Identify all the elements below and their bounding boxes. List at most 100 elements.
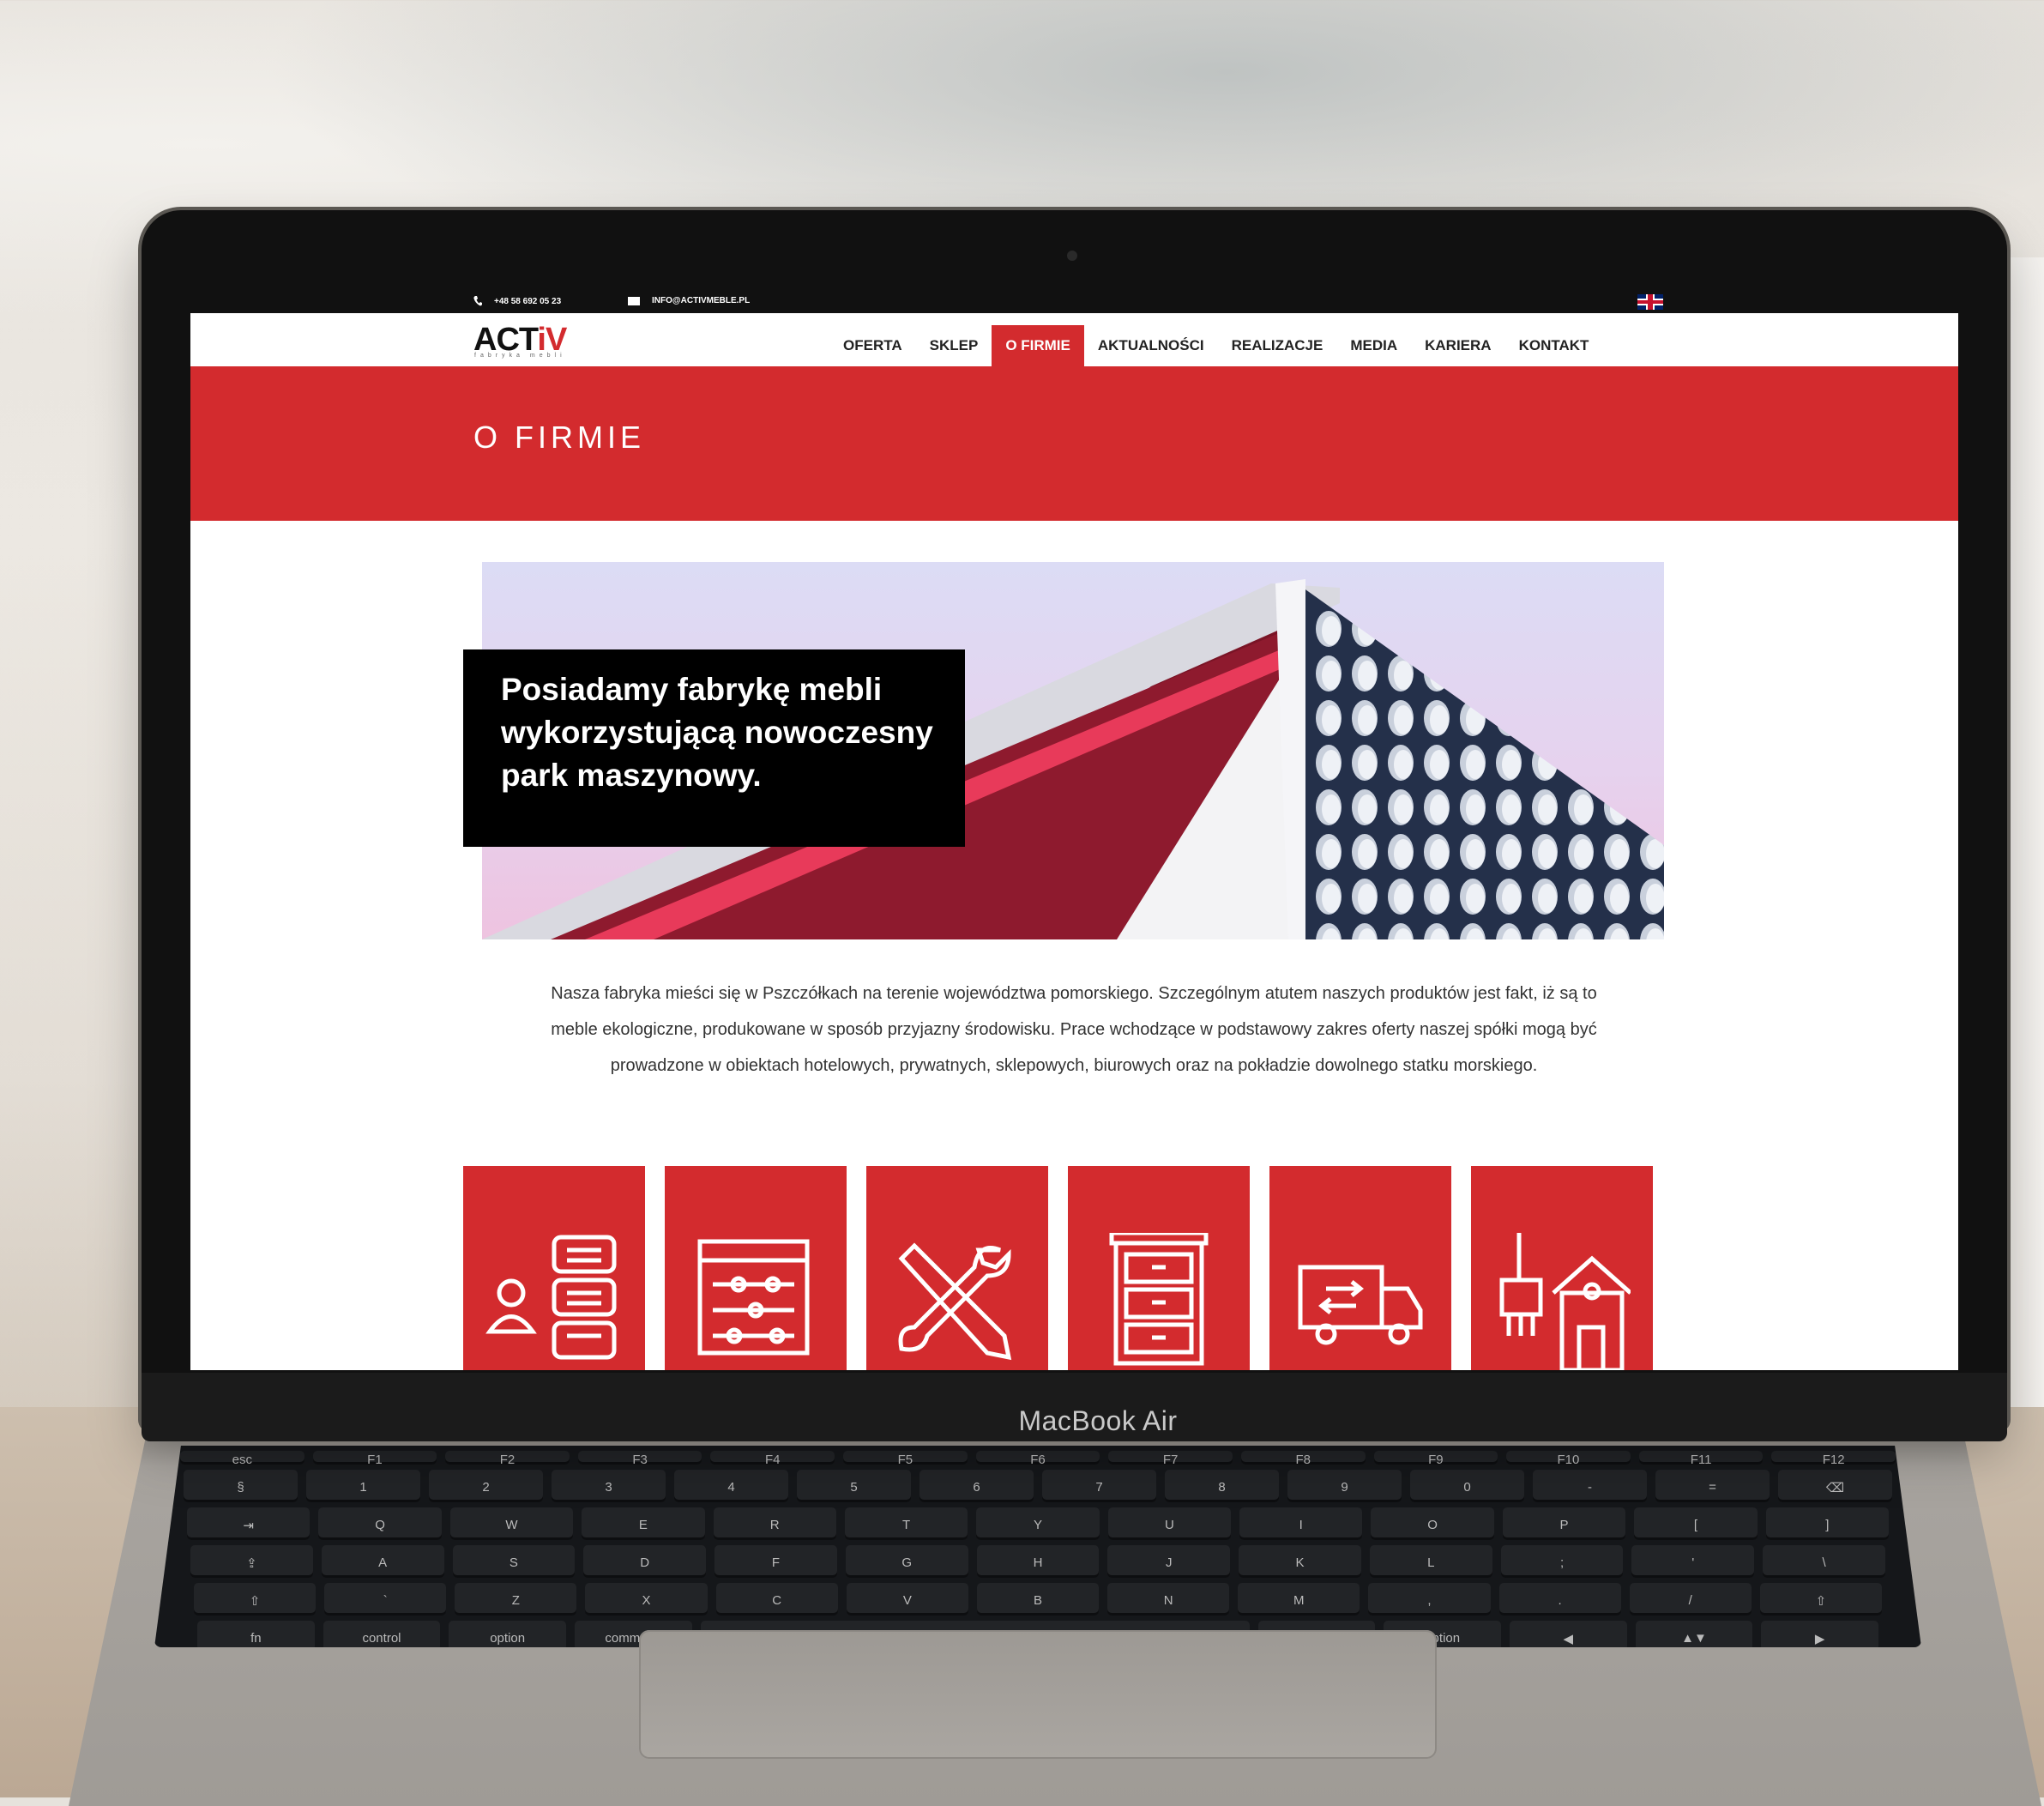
key[interactable]: F11 bbox=[1638, 1451, 1764, 1467]
key[interactable]: 8 bbox=[1165, 1470, 1279, 1502]
key[interactable]: V bbox=[846, 1583, 968, 1616]
key[interactable]: ; bbox=[1500, 1545, 1624, 1578]
feature-tile-design[interactable] bbox=[665, 1166, 847, 1370]
key[interactable]: ⇧ bbox=[1759, 1583, 1882, 1616]
key[interactable]: I bbox=[1239, 1507, 1363, 1540]
key[interactable]: T bbox=[844, 1507, 968, 1540]
page-title: O FIRMIE bbox=[473, 420, 645, 455]
feature-tile-delivery[interactable] bbox=[1269, 1166, 1451, 1370]
key[interactable]: 6 bbox=[919, 1470, 1034, 1502]
key[interactable]: F3 bbox=[577, 1451, 702, 1467]
key[interactable]: R bbox=[713, 1507, 836, 1540]
key[interactable]: [ bbox=[1634, 1507, 1758, 1540]
key[interactable]: F2 bbox=[445, 1451, 570, 1467]
nav-link-kontakt[interactable]: KONTAKT bbox=[1505, 325, 1603, 366]
feature-tile-furniture[interactable] bbox=[1068, 1166, 1250, 1370]
key[interactable]: . bbox=[1498, 1583, 1621, 1616]
key[interactable]: M bbox=[1238, 1583, 1360, 1616]
key[interactable]: Y bbox=[976, 1507, 1100, 1540]
feature-tile-tools[interactable] bbox=[866, 1166, 1048, 1370]
key[interactable]: ' bbox=[1631, 1545, 1755, 1578]
key[interactable]: , bbox=[1368, 1583, 1491, 1616]
phone-contact[interactable]: +48 58 692 05 23 bbox=[473, 296, 561, 306]
key[interactable]: ⌫ bbox=[1778, 1470, 1892, 1502]
key[interactable]: C bbox=[715, 1583, 838, 1616]
key[interactable]: Z bbox=[455, 1583, 577, 1616]
about-text: Nasza fabryka mieści się w Pszczółkach n… bbox=[551, 984, 1597, 1075]
laptop-screen: +48 58 692 05 23 INFO@ACTIVMEBLE.PL ACTi… bbox=[190, 289, 1958, 1370]
key[interactable]: G bbox=[845, 1545, 968, 1578]
key[interactable]: F7 bbox=[1108, 1451, 1233, 1467]
key[interactable]: F6 bbox=[975, 1451, 1100, 1467]
key[interactable]: F4 bbox=[710, 1451, 835, 1467]
key-label: B bbox=[1033, 1593, 1042, 1608]
key[interactable]: \ bbox=[1763, 1545, 1885, 1578]
key-label: ▲▼ bbox=[1681, 1631, 1707, 1646]
uk-flag-icon[interactable] bbox=[1637, 294, 1663, 310]
key[interactable]: F5 bbox=[843, 1451, 968, 1467]
nav-link-kariera[interactable]: KARIERA bbox=[1411, 325, 1504, 366]
phone-icon bbox=[473, 296, 482, 306]
key[interactable]: § bbox=[184, 1470, 298, 1502]
key[interactable]: W bbox=[449, 1507, 574, 1540]
key[interactable]: 4 bbox=[674, 1470, 788, 1502]
key[interactable]: 9 bbox=[1287, 1470, 1402, 1502]
key[interactable]: ⇥ bbox=[187, 1507, 311, 1540]
key[interactable]: P bbox=[1502, 1507, 1626, 1540]
key[interactable]: ⇪ bbox=[190, 1545, 313, 1578]
key[interactable]: J bbox=[1107, 1545, 1231, 1578]
key[interactable]: X bbox=[585, 1583, 708, 1616]
key[interactable]: F10 bbox=[1506, 1451, 1631, 1467]
key[interactable]: 3 bbox=[552, 1470, 666, 1502]
key[interactable]: S bbox=[452, 1545, 576, 1578]
nav-link-realizacje[interactable]: REALIZACJE bbox=[1218, 325, 1337, 366]
key-label: . bbox=[1558, 1593, 1562, 1608]
nav-link-sklep[interactable]: SKLEP bbox=[916, 325, 992, 366]
trackpad[interactable] bbox=[639, 1630, 1437, 1759]
key[interactable]: 0 bbox=[1410, 1470, 1524, 1502]
key-label: \ bbox=[1822, 1555, 1826, 1570]
nav-link-o-firmie[interactable]: O FIRMIE bbox=[992, 325, 1084, 366]
key[interactable]: / bbox=[1629, 1583, 1752, 1616]
email-contact[interactable]: INFO@ACTIVMEBLE.PL bbox=[628, 296, 750, 305]
key[interactable]: ⇧ bbox=[194, 1583, 317, 1616]
key[interactable]: 5 bbox=[797, 1470, 911, 1502]
key-label: F4 bbox=[765, 1453, 781, 1467]
key[interactable]: F bbox=[714, 1545, 837, 1578]
key[interactable]: A bbox=[321, 1545, 444, 1578]
key-label: ⇧ bbox=[249, 1594, 261, 1609]
key[interactable]: U bbox=[1107, 1507, 1232, 1540]
mail-icon bbox=[628, 296, 640, 305]
nav-link-oferta[interactable]: OFERTA bbox=[829, 325, 916, 366]
key[interactable]: 7 bbox=[1042, 1470, 1156, 1502]
key-label: F3 bbox=[632, 1453, 648, 1467]
key[interactable]: esc bbox=[180, 1451, 304, 1467]
key[interactable]: B bbox=[976, 1583, 1100, 1616]
key[interactable]: - bbox=[1533, 1470, 1647, 1502]
key[interactable]: Q bbox=[318, 1507, 442, 1540]
key[interactable]: F9 bbox=[1373, 1451, 1498, 1467]
nav-link-media[interactable]: MEDIA bbox=[1336, 325, 1411, 366]
key-label: ⌫ bbox=[1825, 1481, 1845, 1495]
key[interactable]: ] bbox=[1765, 1507, 1889, 1540]
feature-tile-consultation[interactable] bbox=[463, 1166, 645, 1370]
feature-tile-renovation[interactable] bbox=[1471, 1166, 1653, 1370]
key[interactable]: F8 bbox=[1240, 1451, 1366, 1467]
key[interactable]: K bbox=[1239, 1545, 1361, 1578]
key[interactable]: F1 bbox=[312, 1451, 437, 1467]
key[interactable]: O bbox=[1371, 1507, 1494, 1540]
key[interactable]: L bbox=[1369, 1545, 1492, 1578]
nav-link-aktualności[interactable]: AKTUALNOŚCI bbox=[1084, 325, 1218, 366]
key[interactable]: = bbox=[1655, 1470, 1770, 1502]
key[interactable]: 1 bbox=[306, 1470, 420, 1502]
key[interactable]: F12 bbox=[1771, 1451, 1896, 1467]
key[interactable]: ` bbox=[324, 1583, 447, 1616]
key[interactable]: 2 bbox=[429, 1470, 543, 1502]
key[interactable]: N bbox=[1107, 1583, 1230, 1616]
key[interactable]: H bbox=[976, 1545, 1100, 1578]
key-label: Y bbox=[1033, 1518, 1042, 1532]
key-label: option bbox=[490, 1631, 526, 1646]
key-label: F5 bbox=[897, 1453, 913, 1467]
key[interactable]: D bbox=[583, 1545, 707, 1578]
key[interactable]: E bbox=[582, 1507, 705, 1540]
